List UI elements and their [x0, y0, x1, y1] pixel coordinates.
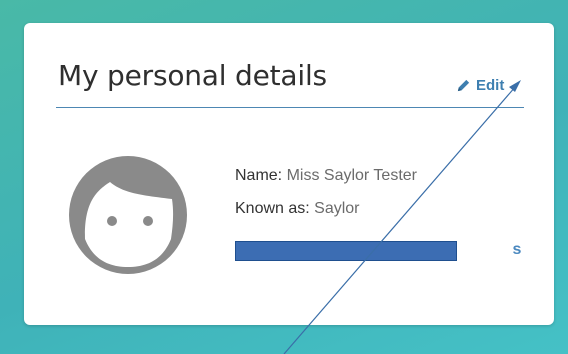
- child-face-icon: [68, 155, 188, 280]
- edit-label: Edit: [476, 76, 505, 94]
- redaction-bar: [235, 241, 457, 261]
- personal-details-card: My personal details Edit Name: Miss Sayl…: [24, 23, 554, 325]
- known-as-row: Known as: Saylor: [235, 200, 360, 218]
- known-as-label: Known as:: [235, 200, 315, 217]
- name-value: Miss Saylor Tester: [286, 167, 417, 184]
- edit-button[interactable]: Edit: [456, 75, 504, 95]
- pencil-icon: [456, 78, 471, 93]
- known-as-value: Saylor: [314, 200, 360, 217]
- name-label: Name:: [235, 167, 287, 184]
- details-link-visible-fragment: s: [512, 241, 522, 258]
- name-row: Name: Miss Saylor Tester: [235, 167, 417, 185]
- card-title: My personal details: [58, 59, 327, 92]
- title-divider: [56, 107, 524, 108]
